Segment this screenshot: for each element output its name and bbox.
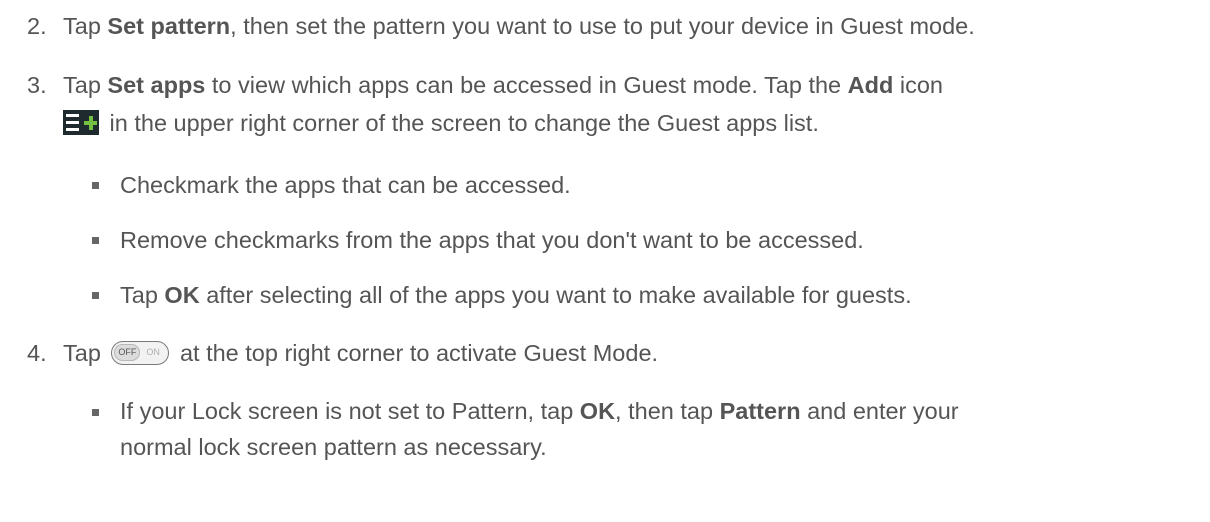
step-text: Tap Set apps to view which apps can be a… [63, 72, 943, 136]
add-list-icon [63, 110, 99, 135]
add-label: Add [847, 72, 894, 98]
ok-label: OK [579, 398, 616, 424]
list-item: Checkmark the apps that can be accessed. [120, 172, 571, 198]
ok-label: OK [164, 282, 200, 308]
step-number: 2. [27, 13, 47, 39]
off-on-toggle-icon: OFF ON [111, 341, 170, 365]
bullet-marker [92, 292, 99, 299]
step-number: 4. [27, 340, 47, 366]
pattern-label: Pattern [719, 398, 801, 424]
list-item: Remove checkmarks from the apps that you… [120, 227, 864, 253]
list-item: Tap OK after selecting all of the apps y… [120, 282, 912, 308]
list-item: If your Lock screen is not set to Patter… [120, 398, 959, 460]
toggle-off-label: OFF [118, 347, 137, 357]
step-3: 3. Tap Set apps to view which apps can be… [27, 66, 943, 142]
set-pattern-label: Set pattern [107, 13, 231, 39]
bullet-marker [92, 409, 99, 416]
bullet-marker [92, 182, 99, 189]
step-number: 3. [27, 72, 47, 98]
set-apps-label: Set apps [107, 72, 206, 98]
step-text: Tap Set pattern, then set the pattern yo… [63, 13, 975, 39]
bullet-marker [92, 237, 99, 244]
step-4: 4. Tap OFF ON at the top right corner to a… [27, 334, 658, 372]
step-text: Tap OFF ON at the top right corner to act… [63, 340, 659, 366]
step-2: 2. Tap Set pattern, then set the pattern … [27, 7, 975, 45]
toggle-on-label: ON [146, 347, 160, 357]
